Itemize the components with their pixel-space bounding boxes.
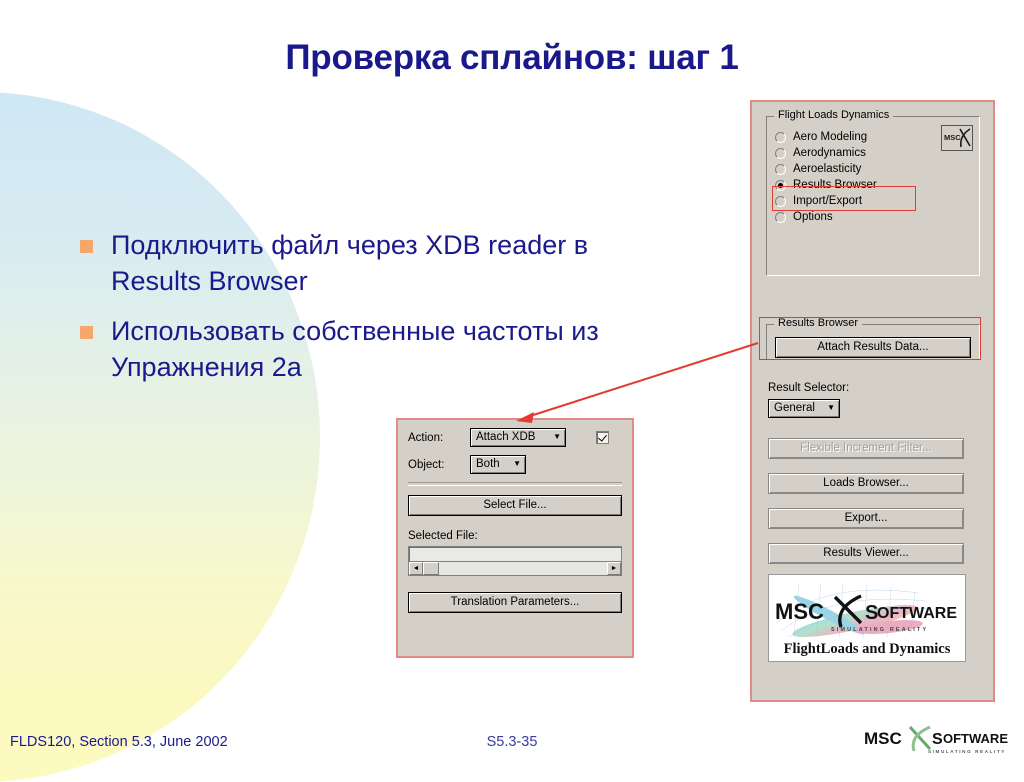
attach-results-data-button[interactable]: Attach Results Data...	[775, 337, 971, 358]
radio-aeroelasticity[interactable]: Aeroelasticity	[775, 163, 979, 175]
scroll-right-icon[interactable]: ►	[607, 562, 621, 575]
radio-icon[interactable]	[775, 163, 786, 175]
scrollbar-track[interactable]	[439, 562, 607, 575]
flight-loads-dynamics-groupbox: Flight Loads Dynamics Aero Modeling Aero…	[766, 109, 980, 276]
export-button[interactable]: Export...	[768, 508, 964, 529]
action-label: Action:	[408, 431, 444, 444]
radio-label: Aerodynamics	[793, 147, 866, 159]
radio-label: Options	[793, 211, 833, 223]
select-file-button[interactable]: Select File...	[408, 495, 622, 516]
chevron-down-icon[interactable]: ▼	[513, 460, 521, 468]
translation-parameters-button[interactable]: Translation Parameters...	[408, 592, 622, 613]
msc-software-flightloads-logo: MSC S OFTWARE SIMULATING REALITY FlightL…	[768, 574, 966, 662]
selected-file-hscrollbar[interactable]: ◄ ►	[408, 561, 622, 576]
selected-file-label: Selected File:	[408, 530, 478, 542]
decorative-background-shape	[0, 92, 320, 782]
msc-badge-icon: MSC	[941, 125, 973, 151]
scroll-left-icon[interactable]: ◄	[409, 562, 423, 575]
radio-icon[interactable]	[775, 131, 786, 143]
radio-label: Aeroelasticity	[793, 163, 862, 175]
groupbox-title: Results Browser	[774, 317, 863, 329]
footer-msc-software-logo: MSC S OFTWARE SIMULATING REALITY	[862, 720, 1012, 758]
svg-text:OFTWARE: OFTWARE	[877, 605, 957, 622]
selected-file-input[interactable]	[408, 546, 622, 562]
svg-text:FlightLoads and Dynamics: FlightLoads and Dynamics	[784, 641, 951, 657]
loads-browser-button[interactable]: Loads Browser...	[768, 473, 964, 494]
action-value: Attach XDB	[476, 431, 536, 443]
bullet-square-icon	[80, 240, 93, 253]
action-combobox[interactable]: Attach XDB ▼	[470, 428, 566, 447]
page-title: Проверка сплайнов: шаг 1	[285, 38, 739, 77]
radio-label: Aero Modeling	[793, 131, 868, 143]
result-selector-value: General	[774, 402, 815, 414]
msc-logo-artwork: MSC S OFTWARE SIMULATING REALITY FlightL…	[769, 575, 965, 661]
attach-xdb-dialog: Action: Attach XDB ▼ Object: Both ▼ Sele…	[396, 418, 634, 658]
bullet-list: Подключить файл через XDB reader в Resul…	[80, 228, 640, 400]
radio-icon-selected[interactable]	[775, 179, 786, 191]
bullet-text: Подключить файл через XDB reader в Resul…	[111, 230, 589, 296]
radio-results-browser[interactable]: Results Browser	[775, 179, 979, 191]
svg-text:SIMULATING REALITY: SIMULATING REALITY	[928, 749, 1006, 754]
msc-badge-glyph: MSC	[944, 128, 971, 148]
action-row: Action: Attach XDB ▼	[408, 428, 622, 447]
svg-text:SIMULATING REALITY: SIMULATING REALITY	[831, 627, 928, 633]
object-value: Both	[476, 458, 500, 470]
svg-text:MSC: MSC	[944, 133, 961, 142]
object-label: Object:	[408, 458, 445, 471]
svg-text:OFTWARE: OFTWARE	[943, 731, 1008, 746]
flexible-increment-filter-button[interactable]: Flexible Increment Filter...	[768, 438, 964, 459]
object-row: Object: Both ▼	[408, 455, 622, 474]
divider	[408, 482, 622, 486]
result-selector-combobox[interactable]: General ▼	[768, 399, 840, 418]
svg-text:MSC: MSC	[775, 599, 824, 624]
radio-icon[interactable]	[775, 211, 786, 223]
radio-import-export[interactable]: Import/Export	[775, 195, 979, 207]
results-viewer-button[interactable]: Results Viewer...	[768, 543, 964, 564]
bullet-square-icon	[80, 325, 93, 339]
radio-icon[interactable]	[775, 195, 786, 207]
radio-label: Import/Export	[793, 195, 863, 207]
list-item: Подключить файл через XDB reader в Resul…	[80, 228, 640, 300]
msc-software-logo-artwork: MSC S OFTWARE SIMULATING REALITY	[864, 725, 1008, 754]
radio-options[interactable]: Options	[775, 211, 979, 223]
flight-loads-dynamics-panel: Flight Loads Dynamics Aero Modeling Aero…	[750, 100, 995, 702]
svg-text:MSC: MSC	[864, 729, 902, 748]
bullet-text: Использовать собственные частоты из Упра…	[111, 315, 599, 382]
result-selector-label: Result Selector:	[768, 382, 850, 394]
scrollbar-thumb[interactable]	[423, 562, 439, 575]
radio-label: Results Browser	[793, 179, 877, 191]
groupbox-title: Flight Loads Dynamics	[774, 109, 894, 121]
chevron-down-icon[interactable]: ▼	[827, 404, 835, 412]
results-browser-groupbox: Results Browser Attach Results Data...	[766, 317, 980, 360]
chevron-down-icon[interactable]: ▼	[553, 433, 561, 441]
dialog-checkbox[interactable]	[596, 431, 609, 444]
radio-icon[interactable]	[775, 147, 786, 159]
svg-text:S: S	[932, 731, 943, 748]
object-combobox[interactable]: Both ▼	[470, 455, 526, 474]
list-item: Использовать собственные частоты из Упра…	[80, 314, 640, 386]
